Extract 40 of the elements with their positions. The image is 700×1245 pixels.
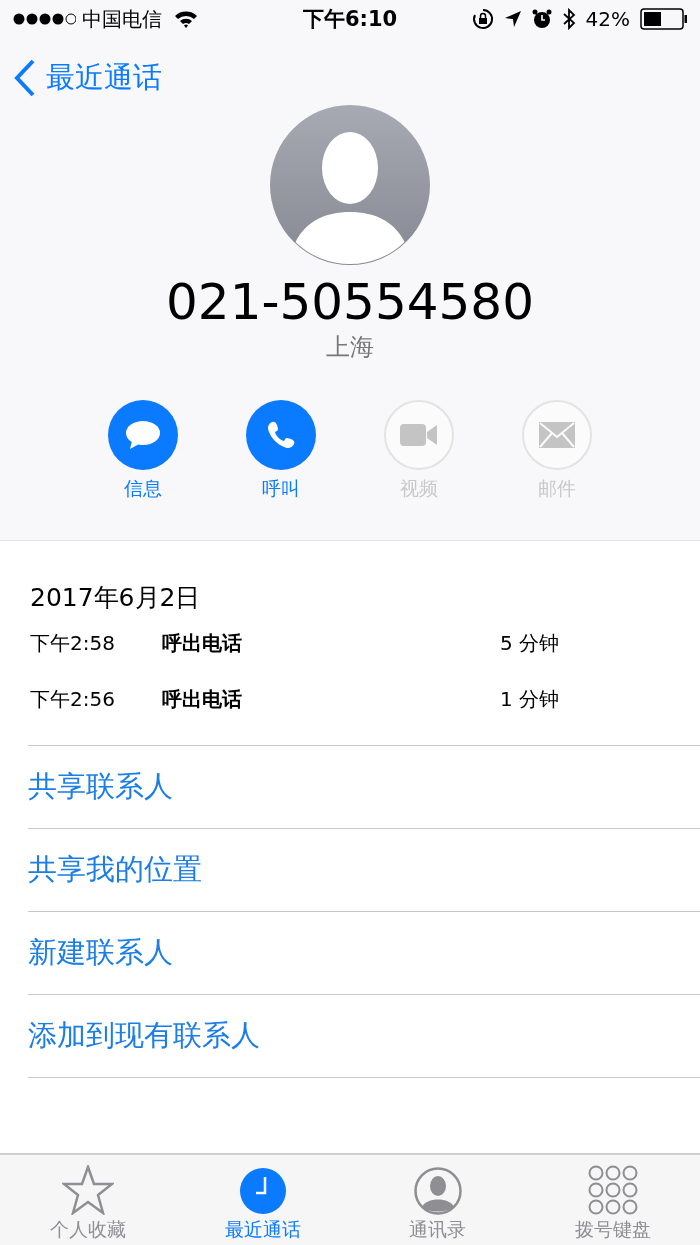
speech-bubble-icon [125,419,161,451]
message-action-button[interactable]: 信息 [74,400,212,502]
phone-number: 021-50554580 [165,272,535,332]
tab-bar-item[interactable]: 个人收藏 [0,1155,175,1245]
envelope-icon [539,422,575,448]
call-type: 呼出电话 [162,685,243,713]
location-label: 上海 [326,332,374,362]
rotation-lock-icon [471,8,494,30]
person-icon [413,1167,462,1215]
call-time: 下午2:58 [30,629,116,657]
tab-bar-item[interactable]: 通讯录 [350,1155,525,1245]
call-action-button[interactable]: 呼叫 [212,400,350,502]
keypad-icon [587,1165,638,1215]
clock-icon [238,1167,287,1215]
phone-icon [265,419,297,451]
location-arrow-icon [503,10,522,28]
call-time: 下午2:56 [30,685,116,713]
option-link[interactable]: 添加到现有联系人 [28,1016,260,1056]
call-duration: 5 分钟 [500,629,560,657]
chevron-left-icon [14,59,36,97]
video-camera-icon [400,423,438,447]
option-link[interactable]: 共享我的位置 [28,850,202,890]
back-button[interactable]: 最近通话 [14,58,162,98]
avatar-silhouette-icon [269,104,431,266]
star-icon [61,1165,114,1215]
call-type: 呼出电话 [162,629,243,657]
alarm-clock-icon [531,9,552,29]
signal-icon [12,12,76,26]
tab-bar-item[interactable]: 最近通话 [175,1155,350,1245]
status-time: 下午6:10 [302,6,398,33]
battery-percent: 42% [585,7,630,31]
call-date: 2017年6月2日 [30,582,202,614]
option-link[interactable]: 新建联系人 [28,933,173,973]
option-link[interactable]: 共享联系人 [28,767,173,807]
call-duration: 1 分钟 [500,685,560,713]
bluetooth-icon [561,8,576,30]
tab-bar-item[interactable]: 拨号键盘 [525,1155,700,1245]
carrier-name: 中国电信 [82,5,162,33]
wifi-icon [174,10,198,28]
battery-icon [640,8,688,30]
